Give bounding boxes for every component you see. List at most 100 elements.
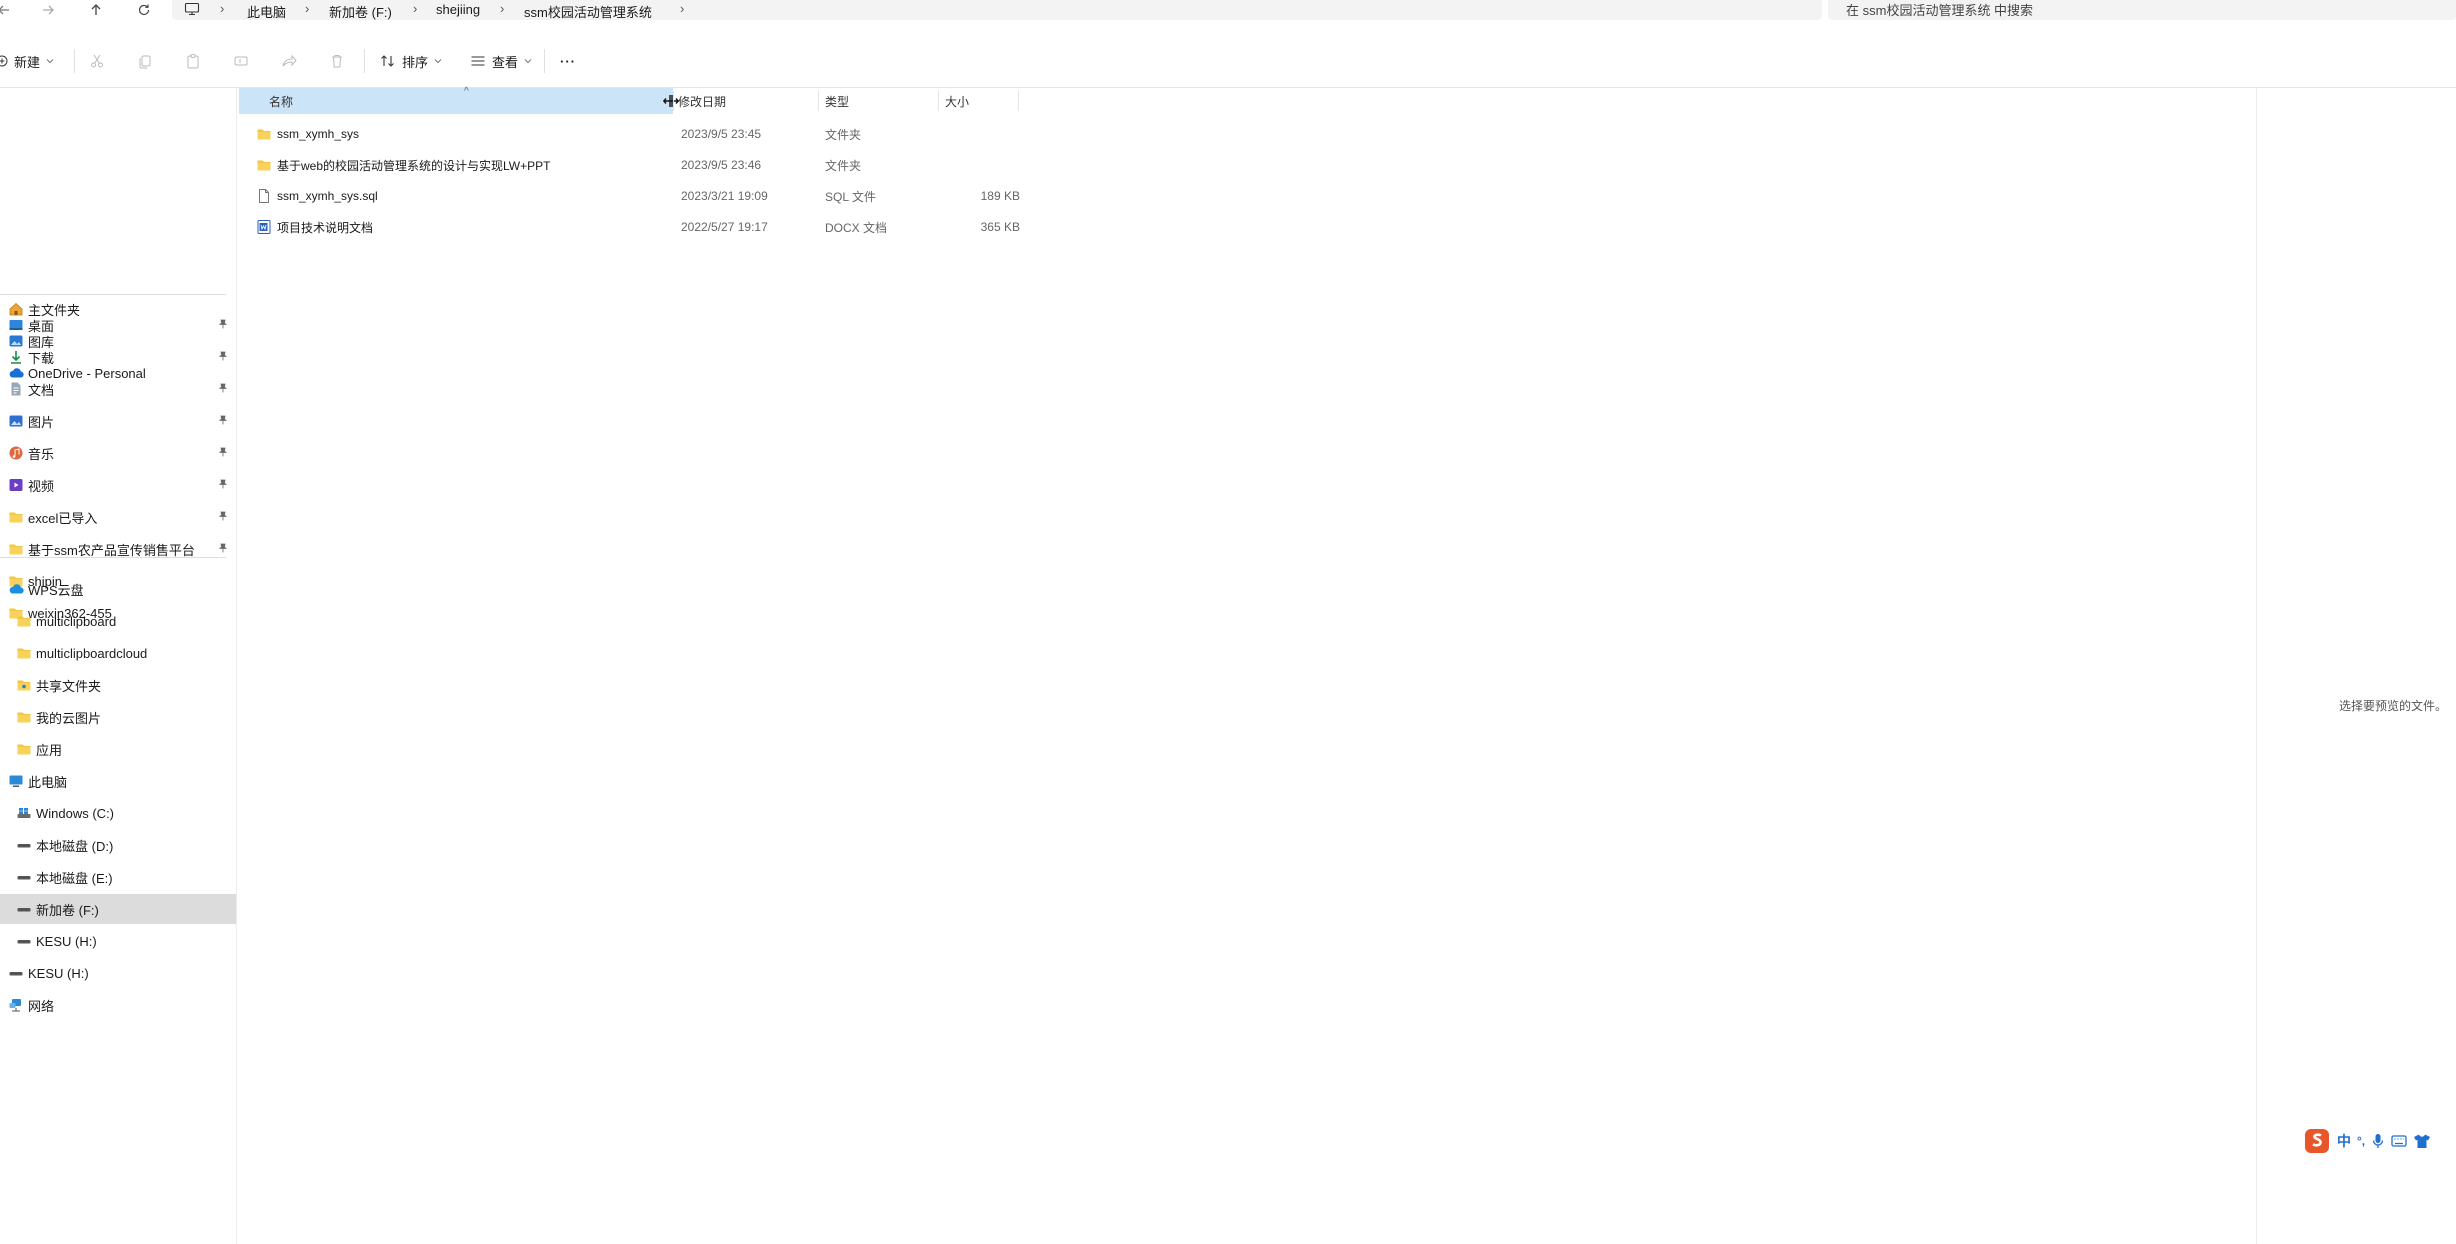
folder-icon — [8, 509, 24, 525]
sidebar-item-network[interactable]: 网络 — [0, 990, 236, 1020]
column-divider[interactable] — [1018, 91, 1019, 111]
paste-button[interactable] — [182, 50, 204, 72]
column-header-type[interactable]: 类型 — [825, 88, 925, 114]
sidebar-item-music[interactable]: 音乐 — [0, 438, 236, 468]
sidebar-item-drive-f[interactable]: 新加卷 (F:) — [0, 894, 236, 924]
sort-button[interactable]: 排序 — [380, 47, 442, 75]
file-row[interactable]: ssm_xymh_sys.sql 2023/3/21 19:09 SQL 文件 … — [252, 181, 1022, 211]
cut-button[interactable] — [86, 50, 108, 72]
view-list-icon — [471, 56, 485, 66]
forward-button[interactable] — [32, 0, 64, 20]
video-icon — [8, 477, 24, 493]
sidebar-item-drive-d[interactable]: 本地磁盘 (D:) — [0, 830, 236, 860]
skin-shirt-icon[interactable] — [2413, 1133, 2431, 1149]
sidebar-item-wps-folder[interactable]: 应用 — [0, 734, 236, 764]
more-options-button[interactable]: ··· — [560, 47, 576, 75]
computer-icon — [8, 773, 24, 789]
file-name: 基于web的校园活动管理系统的设计与实现LW+PPT — [277, 158, 551, 173]
sidebar-item-drive-c[interactable]: Windows (C:) — [0, 798, 236, 828]
file-row[interactable]: 项目技术说明文档 2022/5/27 19:17 DOCX 文档 365 KB — [252, 212, 1022, 242]
breadcrumb-item[interactable]: ssm校园活动管理系统 — [524, 2, 652, 21]
ime-toolbar[interactable]: 中 °, — [2303, 1124, 2431, 1158]
search-box[interactable] — [1828, 0, 2456, 20]
delete-button[interactable] — [326, 50, 348, 72]
column-name-label: 名称 — [269, 94, 294, 109]
breadcrumb-item[interactable]: 此电脑 — [247, 2, 286, 21]
pin-icon[interactable] — [218, 351, 228, 361]
pictures-icon — [8, 413, 24, 429]
chevron-right-icon: › — [305, 1, 310, 16]
file-type: SQL 文件 — [825, 189, 876, 204]
microphone-icon[interactable] — [2371, 1133, 2385, 1149]
chevron-right-icon: › — [500, 1, 505, 16]
breadcrumb-item[interactable]: shejiing — [436, 2, 480, 17]
sidebar-item-videos[interactable]: 视频 — [0, 470, 236, 500]
column-divider[interactable] — [938, 91, 939, 111]
more-icon: ··· — [560, 53, 576, 69]
divider — [74, 49, 75, 73]
arrow-right-icon — [43, 5, 54, 15]
column-type-label: 类型 — [825, 94, 850, 109]
sidebar-item-wps-folder[interactable]: multiclipboardcloud — [0, 638, 236, 668]
file-row[interactable]: 基于web的校园活动管理系统的设计与实现LW+PPT 2023/9/5 23:4… — [252, 150, 1022, 180]
sogou-logo-icon[interactable] — [2303, 1127, 2331, 1155]
sidebar-item-usb-drive[interactable]: KESU (H:) — [0, 958, 236, 988]
column-header-date[interactable]: 修改日期 — [674, 88, 794, 114]
computer-icon — [184, 2, 200, 16]
share-button[interactable] — [278, 50, 300, 72]
sidebar-item-pictures[interactable]: 图片 — [0, 406, 236, 436]
breadcrumb[interactable]: › 此电脑 › 新加卷 (F:) › shejiing › ssm校园活动管理系… — [172, 0, 1822, 20]
column-header-size[interactable]: 大小 — [945, 88, 1015, 114]
arrow-up-icon — [91, 4, 101, 15]
refresh-button[interactable] — [128, 0, 160, 20]
keyboard-icon[interactable] — [2391, 1134, 2407, 1148]
ime-mode-toggle[interactable]: 中 — [2337, 1131, 2351, 1151]
pin-icon[interactable] — [218, 447, 228, 457]
sidebar-item-label: 新加卷 (F:) — [36, 902, 99, 918]
sidebar-item-wps-folder[interactable]: 我的云图片 — [0, 702, 236, 732]
back-button[interactable] — [0, 0, 20, 20]
refresh-icon — [138, 4, 150, 16]
column-header-name[interactable]: 名称 ^ — [239, 86, 679, 114]
pin-icon[interactable] — [218, 543, 228, 553]
folder-icon — [16, 741, 32, 757]
sidebar-item-label: 基于ssm农产品宣传销售平台 — [28, 542, 195, 558]
sidebar-item-label: 共享文件夹 — [36, 678, 102, 694]
column-divider[interactable] — [818, 91, 819, 111]
pin-icon[interactable] — [218, 479, 228, 489]
sidebar-item-folder[interactable]: 基于ssm农产品宣传销售平台 — [0, 534, 236, 564]
rename-button[interactable] — [230, 50, 252, 72]
share-icon — [282, 54, 297, 67]
pin-icon[interactable] — [218, 383, 228, 393]
sidebar-item-this-pc[interactable]: 此电脑 — [0, 766, 236, 796]
file-row[interactable]: ssm_xymh_sys 2023/9/5 23:45 文件夹 — [252, 119, 1022, 149]
sidebar-item-desktop[interactable]: 桌面 — [0, 310, 236, 340]
view-button[interactable]: 查看 — [470, 47, 532, 75]
arrow-left-icon — [0, 5, 9, 15]
sidebar-item-documents[interactable]: 文档 — [0, 374, 236, 404]
sidebar-item-drive-e[interactable]: 本地磁盘 (E:) — [0, 862, 236, 892]
new-button[interactable]: 新建 — [0, 47, 54, 75]
ime-punctuation-toggle[interactable]: °, — [2357, 1134, 2365, 1148]
trash-icon — [332, 55, 342, 68]
sidebar-item-drive-h[interactable]: KESU (H:) — [0, 926, 236, 956]
pin-icon[interactable] — [218, 319, 228, 329]
breadcrumb-item[interactable]: 新加卷 (F:) — [329, 2, 392, 21]
file-size: 365 KB — [980, 220, 1020, 234]
pin-icon[interactable] — [218, 415, 228, 425]
file-name: 项目技术说明文档 — [277, 220, 374, 235]
sidebar-item-wps-folder[interactable]: multiclipboard — [0, 606, 236, 636]
pin-icon[interactable] — [218, 511, 228, 521]
folder-icon — [256, 119, 272, 149]
sidebar-item-wps-cloud[interactable]: WPS云盘 — [0, 574, 236, 604]
drive-icon — [16, 869, 32, 885]
folder-icon — [16, 613, 32, 629]
up-button[interactable] — [80, 0, 112, 20]
sidebar-item-wps-folder[interactable]: 共享文件夹 — [0, 670, 236, 700]
search-input[interactable] — [1846, 1, 2406, 19]
sidebar-item-downloads[interactable]: 下载 — [0, 342, 236, 372]
copy-button[interactable] — [134, 50, 156, 72]
preview-pane: 选择要预览的文件。 — [2256, 88, 2456, 1244]
file-size: 189 KB — [980, 189, 1020, 203]
sidebar-item-folder[interactable]: excel已导入 — [0, 502, 236, 532]
